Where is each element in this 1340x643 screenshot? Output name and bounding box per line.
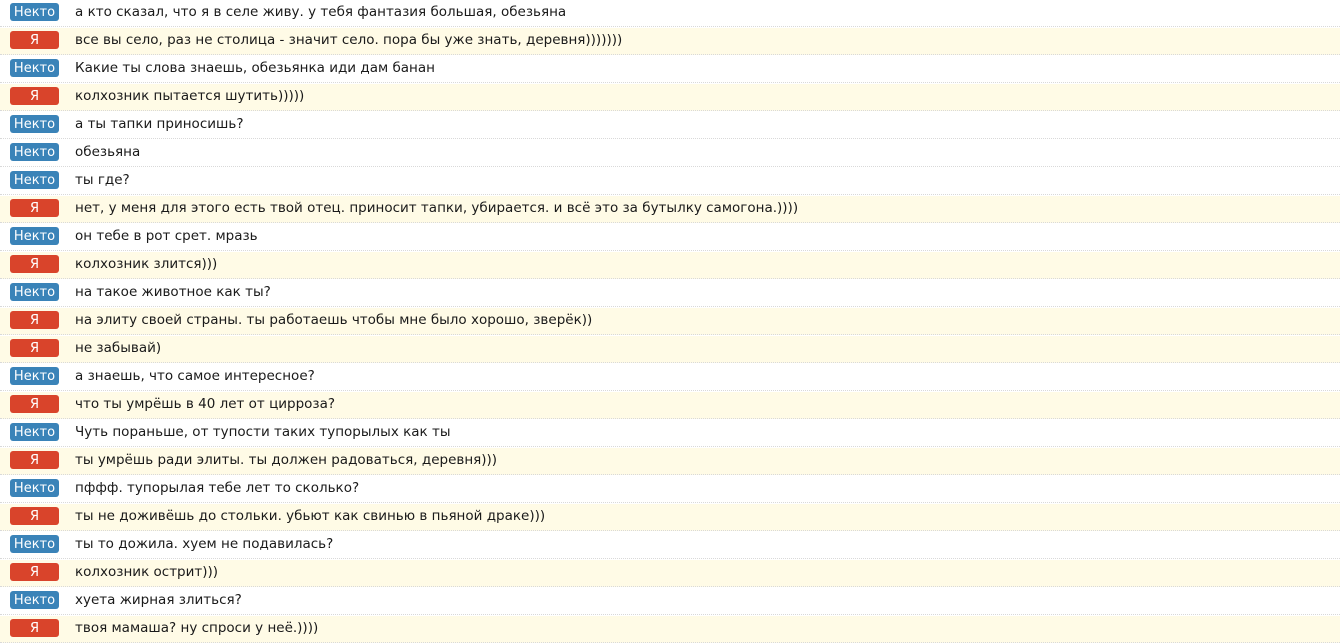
message-text: Чуть пораньше, от тупости таких тупорылы… xyxy=(75,424,451,440)
sender-badge-stranger: Некто xyxy=(10,143,59,161)
message-text: ты где? xyxy=(75,172,130,188)
message-text: Какие ты слова знаешь, обезьянка иди дам… xyxy=(75,60,435,76)
message-text: а кто сказал, что я в селе живу. у тебя … xyxy=(75,4,567,20)
message-text: колхозник злится))) xyxy=(75,256,218,272)
message-row: Ячто ты умрёшь в 40 лет от цирроза? xyxy=(0,392,1340,419)
sender-badge-stranger: Некто xyxy=(10,59,59,77)
message-text: а знаешь, что самое интересное? xyxy=(75,368,315,384)
message-row: Яты умрёшь ради элиты. ты должен радоват… xyxy=(0,448,1340,475)
message-row: Некто а кто сказал, что я в селе живу. у … xyxy=(0,0,1340,27)
message-row: Некто ты где? xyxy=(0,168,1340,195)
message-row: Ятвоя мамаша? ну спроси у неё.)))) xyxy=(0,616,1340,643)
message-row: Некто пффф. тупорылая тебе лет то сколько… xyxy=(0,476,1340,503)
sender-badge-me: Я xyxy=(10,87,59,105)
message-row: Некто ты то дожила. хуем не подавилась? xyxy=(0,532,1340,559)
message-row: Янет, у меня для этого есть твой отец. п… xyxy=(0,196,1340,223)
message-text: а ты тапки приносишь? xyxy=(75,116,244,132)
message-text: ты не доживёшь до стольки. убьют как сви… xyxy=(75,508,546,524)
message-row: Некто Чуть пораньше, от тупости таких туп… xyxy=(0,420,1340,447)
sender-badge-stranger: Некто xyxy=(10,3,59,21)
sender-badge-stranger: Некто xyxy=(10,479,59,497)
sender-badge-stranger: Некто xyxy=(10,115,59,133)
message-row: Некто он тебе в рот срет. мразь xyxy=(0,224,1340,251)
message-text: ты то дожила. хуем не подавилась? xyxy=(75,536,334,552)
chat-log: Некто а кто сказал, что я в селе живу. у … xyxy=(0,0,1340,643)
sender-badge-stranger: Некто xyxy=(10,227,59,245)
sender-badge-me: Я xyxy=(10,31,59,49)
message-row: Некто а ты тапки приносишь? xyxy=(0,112,1340,139)
message-row: Некто хуета жирная злиться? xyxy=(0,588,1340,615)
sender-badge-stranger: Некто xyxy=(10,367,59,385)
message-row: Некто а знаешь, что самое интересное? xyxy=(0,364,1340,391)
sender-badge-stranger: Некто xyxy=(10,171,59,189)
sender-badge-stranger: Некто xyxy=(10,591,59,609)
message-text: пффф. тупорылая тебе лет то сколько? xyxy=(75,480,360,496)
message-row: Яколхозник злится))) xyxy=(0,252,1340,279)
sender-badge-me: Я xyxy=(10,507,59,525)
message-text: ты умрёшь ради элиты. ты должен радовать… xyxy=(75,452,498,468)
sender-badge-stranger: Некто xyxy=(10,283,59,301)
sender-badge-me: Я xyxy=(10,451,59,469)
message-text: обезьяна xyxy=(75,144,141,160)
message-row: Яна элиту своей страны. ты работаешь что… xyxy=(0,308,1340,335)
message-text: на такое животное как ты? xyxy=(75,284,271,300)
sender-badge-me: Я xyxy=(10,619,59,637)
sender-badge-me: Я xyxy=(10,311,59,329)
sender-badge-stranger: Некто xyxy=(10,535,59,553)
message-row: Яты не доживёшь до стольки. убьют как св… xyxy=(0,504,1340,531)
sender-badge-me: Я xyxy=(10,563,59,581)
sender-badge-me: Я xyxy=(10,339,59,357)
message-row: Некто обезьяна xyxy=(0,140,1340,167)
message-text: все вы село, раз не столица - значит сел… xyxy=(75,32,623,48)
sender-badge-me: Я xyxy=(10,255,59,273)
sender-badge-me: Я xyxy=(10,199,59,217)
message-row: Некто Какие ты слова знаешь, обезьянка ид… xyxy=(0,56,1340,83)
message-text: он тебе в рот срет. мразь xyxy=(75,228,258,244)
message-row: Яколхозник острит))) xyxy=(0,560,1340,587)
sender-badge-stranger: Некто xyxy=(10,423,59,441)
message-text: колхозник острит))) xyxy=(75,564,219,580)
sender-badge-me: Я xyxy=(10,395,59,413)
message-text: колхозник пытается шутить))))) xyxy=(75,88,305,104)
message-row: Яколхозник пытается шутить))))) xyxy=(0,84,1340,111)
message-text: не забывай) xyxy=(75,340,162,356)
message-row: Некто на такое животное как ты? xyxy=(0,280,1340,307)
message-row: Яне забывай) xyxy=(0,336,1340,363)
message-text: хуета жирная злиться? xyxy=(75,592,242,608)
message-row: Явсе вы село, раз не столица - значит се… xyxy=(0,28,1340,55)
message-text: нет, у меня для этого есть твой отец. пр… xyxy=(75,200,799,216)
message-text: что ты умрёшь в 40 лет от цирроза? xyxy=(75,396,336,412)
message-text: твоя мамаша? ну спроси у неё.)))) xyxy=(75,620,319,636)
message-text: на элиту своей страны. ты работаешь чтоб… xyxy=(75,312,593,328)
